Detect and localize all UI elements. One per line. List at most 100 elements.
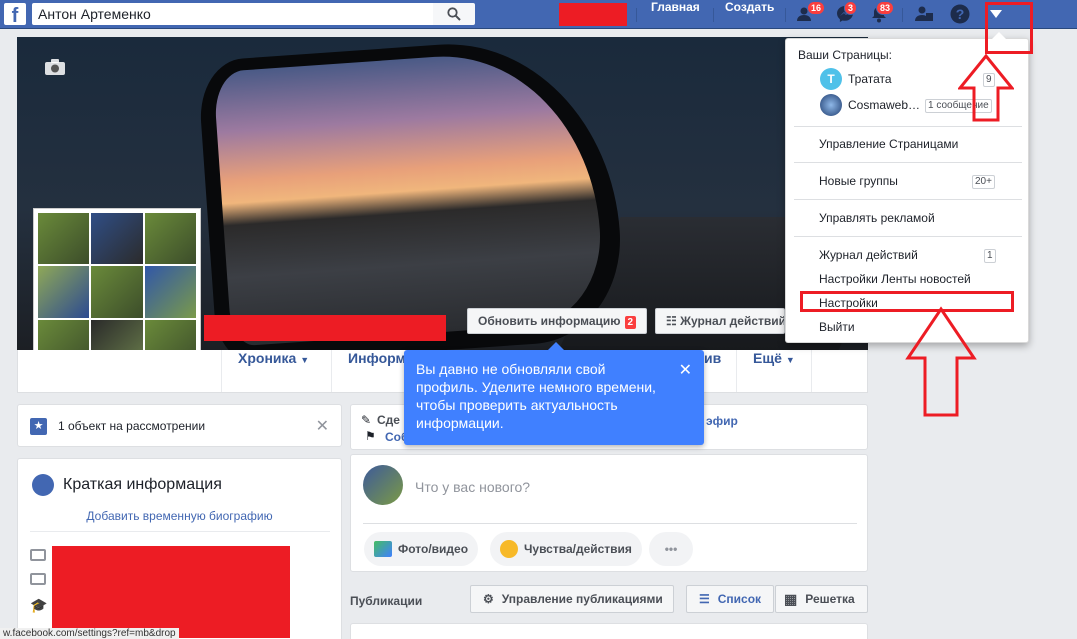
list-view-label: Список: [717, 592, 762, 606]
friends-badge: 16: [807, 1, 826, 15]
search-icon: [447, 7, 461, 21]
activity-log-button[interactable]: ☷ Журнал действий: [655, 308, 785, 334]
feelings-button[interactable]: Чувства/действия: [490, 532, 642, 566]
friend-requests-button[interactable]: 16: [795, 1, 826, 25]
tab-timeline[interactable]: Хроника ▼: [221, 350, 325, 392]
flag-icon: ⚑: [365, 429, 376, 443]
notifications-badge: 83: [876, 1, 895, 15]
work-icon: [30, 549, 46, 561]
top-navigation-bar: f Антон Артеменко Главная Создать 16 3 8…: [0, 0, 1077, 29]
divider: [785, 8, 786, 22]
list-icon: ☷: [666, 314, 681, 328]
people-settings-icon: [915, 6, 933, 21]
manage-posts-button[interactable]: ⚙ Управление публикациями: [470, 585, 674, 613]
more-options-button[interactable]: •••: [649, 532, 693, 566]
divider: [794, 162, 1022, 163]
manage-pages-item[interactable]: Управление Страницами: [819, 137, 958, 151]
page-avatar-tratata: T: [820, 68, 842, 90]
feelings-label: Чувства/действия: [524, 542, 632, 556]
review-text[interactable]: 1 объект на рассмотрении: [58, 419, 205, 433]
notifications-button[interactable]: 83: [867, 1, 895, 25]
status-bar-url: w.facebook.com/settings?ref=mb&drop: [0, 628, 179, 639]
star-icon: ★: [30, 418, 47, 435]
page-item-cosmaweb[interactable]: Cosmaweb…: [848, 98, 920, 112]
update-cover-button[interactable]: [44, 58, 66, 79]
divider: [636, 8, 637, 22]
education-icon: 🎓: [30, 597, 48, 613]
list-icon: ☰: [699, 592, 710, 606]
activity-log-label: Журнал действий: [680, 314, 785, 328]
review-card: ★ 1 объект на рассмотрении ✕: [17, 404, 342, 447]
svg-text:?: ?: [956, 6, 965, 22]
caret-down-icon: ▼: [785, 355, 795, 365]
live-action[interactable]: эфир: [706, 414, 738, 428]
list-view-button[interactable]: ☰ Список: [686, 585, 774, 613]
grid-view-button[interactable]: ▦ Решетка: [775, 585, 868, 613]
question-icon: ?: [950, 4, 970, 24]
smile-icon: [500, 540, 518, 558]
annotation-box-menu: [985, 2, 1033, 54]
redacted-name: [204, 315, 446, 341]
page-item-tratata[interactable]: Тратата: [848, 72, 892, 86]
more-icon: •••: [664, 542, 678, 556]
search-input[interactable]: Антон Артеменко: [32, 3, 436, 25]
photo-icon: [374, 541, 392, 557]
shortcuts-button[interactable]: [912, 3, 936, 25]
manage-ads-item[interactable]: Управлять рекламой: [819, 211, 935, 225]
messages-badge: 3: [844, 1, 858, 15]
new-groups-item[interactable]: Новые группы: [819, 174, 898, 188]
manage-icon: ⚙: [483, 592, 494, 606]
photo-video-label: Фото/видео: [398, 542, 469, 556]
grid-view-label: Решетка: [805, 592, 855, 606]
messages-button[interactable]: 3: [833, 1, 858, 25]
tab-timeline-label: Хроника: [238, 350, 297, 366]
divider: [794, 199, 1022, 200]
intro-title: Краткая информация: [63, 476, 222, 493]
edit-action[interactable]: Сде: [377, 413, 400, 427]
page-avatar-cosmaweb: [820, 94, 842, 116]
close-icon[interactable]: ✕: [316, 416, 329, 436]
activity-log-count: 1: [984, 249, 996, 263]
your-pages-heading: Ваши Страницы:: [798, 48, 893, 62]
composer-avatar: [363, 465, 403, 505]
work-icon: [30, 573, 46, 585]
close-icon[interactable]: ✕: [679, 362, 692, 380]
tab-more-label: Ещё: [753, 350, 782, 366]
annotation-arrow-up-small: [958, 54, 1014, 122]
update-info-button[interactable]: Обновить информацию 2: [467, 308, 648, 334]
tab-archive-label: ив: [704, 350, 722, 366]
help-button[interactable]: ?: [948, 3, 972, 25]
manage-posts-label: Управление публикациями: [501, 592, 663, 606]
photo-video-button[interactable]: Фото/видео: [364, 532, 479, 566]
home-link[interactable]: Главная: [651, 0, 700, 29]
create-link[interactable]: Создать: [725, 0, 774, 29]
facebook-logo[interactable]: f: [4, 3, 26, 27]
pencil-icon: ✎: [361, 413, 372, 427]
redacted-info: [52, 546, 290, 638]
add-bio-link[interactable]: Добавить временную биографию: [18, 509, 341, 523]
grid-icon: ▦: [784, 590, 798, 607]
composer-input[interactable]: Что у вас нового?: [415, 479, 530, 495]
update-info-badge: 2: [624, 316, 637, 329]
new-groups-count: 20+: [972, 175, 995, 189]
divider: [363, 523, 857, 524]
annotation-arrow-up-large: [905, 306, 977, 417]
divider: [794, 236, 1022, 237]
redacted-profile-name: [559, 3, 627, 26]
activity-log-item[interactable]: Журнал действий: [819, 248, 918, 262]
globe-icon: [32, 474, 54, 496]
divider: [794, 126, 1022, 127]
tab-info-label: Информ: [348, 350, 406, 366]
divider: [902, 8, 903, 22]
news-feed-settings-item[interactable]: Настройки Ленты новостей: [819, 272, 971, 286]
search-button[interactable]: [433, 3, 475, 25]
profile-collage: [38, 213, 196, 371]
tab-more[interactable]: Ещё ▼: [736, 350, 812, 392]
posts-list: [350, 623, 868, 639]
camera-icon: [45, 59, 65, 75]
divider: [30, 531, 330, 532]
caret-down-icon: ▼: [300, 355, 310, 365]
logout-item[interactable]: Выйти: [819, 320, 855, 334]
tooltip-text: Вы давно не обновляли свой профиль. Удел…: [416, 361, 656, 431]
update-profile-tooltip: Вы давно не обновляли свой профиль. Удел…: [404, 342, 704, 445]
